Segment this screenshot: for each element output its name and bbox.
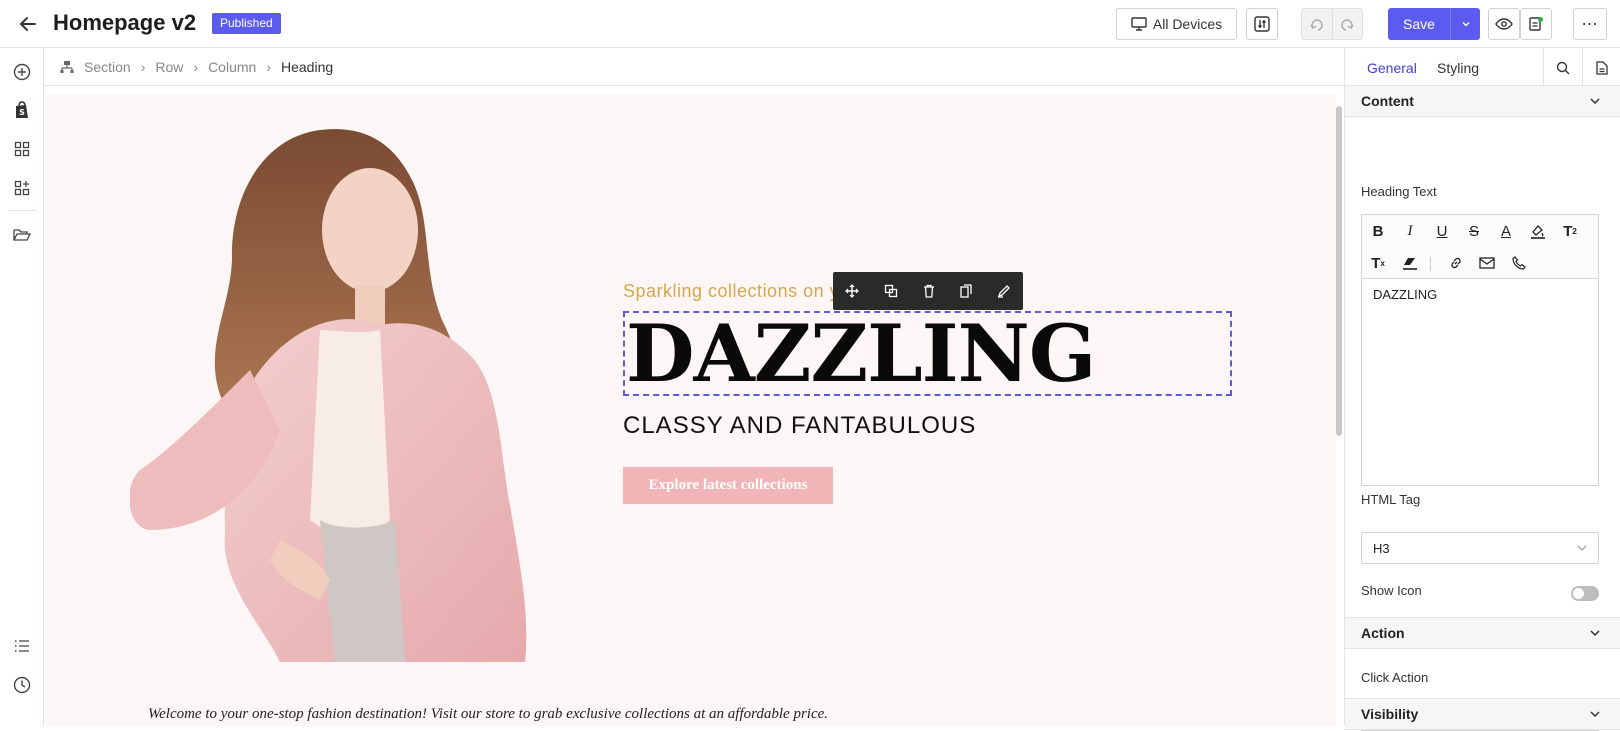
chevron-right-icon: › [193,58,199,75]
bold-icon[interactable]: B [1366,219,1390,243]
subscript-icon[interactable]: Tx [1366,251,1390,275]
apps-add-icon[interactable] [11,177,33,199]
editor-toolbar: B I U S A T2 Tx [1362,215,1598,279]
chevron-right-icon: › [140,58,146,75]
html-tag-label: HTML Tag [1361,492,1421,507]
html-tag-value: H3 [1373,540,1390,556]
show-icon-toggle[interactable] [1571,586,1599,601]
copy-icon[interactable] [884,284,898,298]
action-section-header[interactable]: Action [1345,617,1620,649]
undo-icon[interactable] [1302,17,1332,31]
visibility-section-header[interactable]: Visibility [1345,698,1620,730]
history-icon[interactable] [11,674,33,696]
click-action-label: Click Action [1361,670,1429,685]
action-section-title: Action [1361,625,1405,641]
link-icon[interactable] [1444,251,1468,275]
paint-icon[interactable] [997,284,1011,298]
underline-icon[interactable]: U [1430,219,1454,243]
phone-icon[interactable] [1507,251,1531,275]
document-check-icon [1528,16,1544,32]
breadcrumb-column[interactable]: Column [208,59,256,75]
visibility-section-title: Visibility [1361,706,1419,722]
document-icon[interactable] [1582,48,1620,88]
content-section-title: Content [1361,93,1414,109]
content-section-header[interactable]: Content [1345,85,1620,117]
plus-circle-icon[interactable] [11,61,33,83]
svg-text:S: S [19,108,25,117]
show-icon-label: Show Icon [1361,583,1422,598]
italic-icon[interactable]: I [1398,219,1422,243]
superscript-icon[interactable]: T2 [1558,219,1582,243]
chevron-down-icon [1589,95,1601,107]
breadcrumb: Section › Row › Column › Heading [44,48,1344,86]
hero-heading[interactable]: DAZZLING [626,310,1096,398]
tab-general[interactable]: General [1367,60,1417,76]
panel-tabs: General Styling [1345,48,1620,88]
list-icon[interactable] [11,635,33,657]
heading-text-label: Heading Text [1361,184,1437,199]
publish-status-button[interactable] [1520,8,1552,40]
folder-open-icon[interactable] [11,224,33,246]
save-button[interactable]: Save [1388,8,1450,40]
settings-panel: General Styling Content Heading Text B I… [1344,48,1620,731]
breadcrumb-row[interactable]: Row [155,59,183,75]
device-selector-button[interactable]: All Devices [1116,8,1237,40]
explore-collections-button[interactable]: Explore latest collections [623,467,833,504]
move-icon[interactable] [845,284,860,298]
sliders-icon [1254,16,1270,32]
chevron-down-icon [1589,627,1601,639]
element-floating-toolbar [833,272,1023,310]
device-selector-label: All Devices [1152,16,1223,32]
html-tag-select[interactable]: H3 [1361,532,1599,564]
breadcrumb-heading[interactable]: Heading [281,59,333,75]
left-rail: S [0,48,44,726]
delete-icon[interactable] [923,284,935,298]
chevron-down-icon [1589,708,1601,720]
page-title: Homepage v2 [53,10,197,35]
eye-icon [1495,18,1513,30]
eraser-icon[interactable] [1398,251,1422,275]
sitemap-icon [60,60,74,74]
status-badge: Published [212,13,281,34]
shopify-icon[interactable]: S [11,99,33,121]
welcome-text[interactable]: Welcome to your one-stop fashion destina… [148,706,828,723]
chevron-right-icon: › [266,58,271,75]
chevron-down-icon [1576,542,1588,554]
canvas-scrollbar[interactable] [1336,106,1342,436]
back-arrow-icon[interactable] [16,12,40,36]
top-bar: Homepage v2 Published All Devices Save ⋯ [0,0,1620,48]
page-settings-button[interactable] [1246,8,1278,40]
breadcrumb-section[interactable]: Section [84,59,131,75]
monitor-icon [1131,17,1147,31]
heading-text-editor: B I U S A T2 Tx DAZZLING [1361,214,1599,486]
undo-redo-group [1301,8,1363,40]
search-icon[interactable] [1543,48,1581,88]
hero-tagline[interactable]: CLASSY AND FANTABULOUS [623,412,976,440]
hero-subtitle[interactable]: Sparkling collections on y [623,281,839,302]
heading-text-value[interactable]: DAZZLING [1362,279,1598,310]
redo-icon[interactable] [1331,9,1363,39]
save-button-group: Save [1388,8,1480,40]
tab-styling[interactable]: Styling [1437,60,1479,76]
duplicate-icon[interactable] [960,284,972,298]
email-icon[interactable] [1475,251,1499,275]
strikethrough-icon[interactable]: S [1462,219,1486,243]
preview-button[interactable] [1488,8,1520,40]
highlight-icon[interactable] [1526,219,1550,243]
grid-icon[interactable] [11,138,33,160]
chevron-down-icon[interactable] [1450,8,1480,40]
font-color-icon[interactable]: A [1494,219,1518,243]
more-options-icon[interactable]: ⋯ [1573,8,1607,40]
hero-model-image[interactable] [130,120,590,662]
